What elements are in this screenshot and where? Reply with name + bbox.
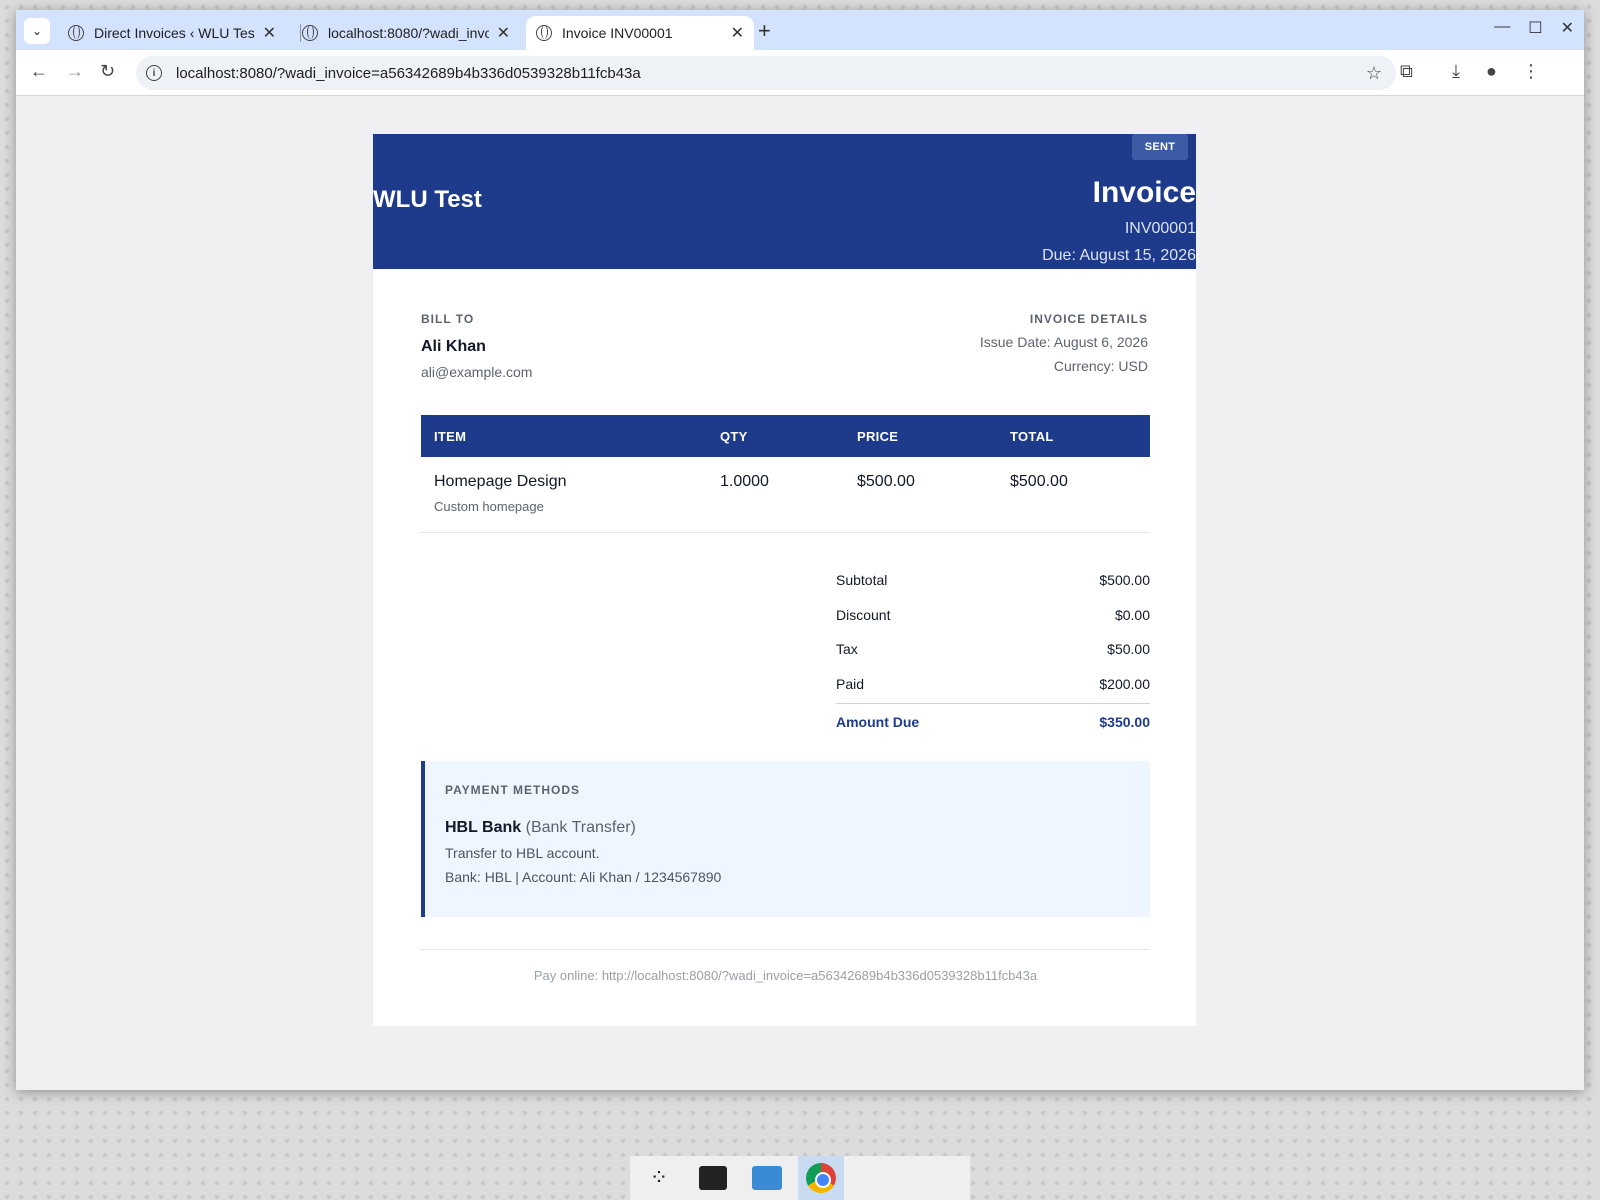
item-description: Custom homepage: [434, 499, 544, 514]
payment-methods-label: PAYMENT METHODS: [445, 783, 581, 797]
client-name: Ali Khan: [421, 338, 486, 355]
tab-localhost[interactable]: localhost:8080/?wadi_invoice ✕: [292, 16, 520, 50]
status-badge: SENT: [1132, 134, 1188, 160]
bookmark-star-icon[interactable]: ☆: [1366, 63, 1382, 84]
company-name: WLU Test: [373, 186, 482, 213]
invoice-details-label: INVOICE DETAILS: [1029, 312, 1148, 326]
reload-icon[interactable]: ↻: [100, 61, 115, 82]
browser-toolbar: ← → ↻ i localhost:8080/?wadi_invoice=a56…: [16, 50, 1584, 96]
maximize-icon[interactable]: ☐: [1528, 18, 1542, 38]
tax-row: Tax $50.00: [836, 632, 1150, 667]
invoice-card: WLU Test SENT Invoice INV00001 Due: Augu…: [373, 134, 1196, 1026]
paid-row: Paid $200.00: [836, 667, 1150, 702]
address-bar[interactable]: i localhost:8080/?wadi_invoice=a56342689…: [136, 56, 1396, 90]
new-tab-button[interactable]: +: [758, 18, 771, 44]
subtotal-label: Subtotal: [836, 572, 888, 589]
bill-to-section: BILL TO Ali Khan ali@example.com: [421, 312, 532, 380]
tab-direct-invoices[interactable]: Direct Invoices ‹ WLU Test ✕: [58, 16, 286, 50]
url-text[interactable]: localhost:8080/?wadi_invoice=a56342689b4…: [176, 65, 641, 82]
table-header-row: ITEM QTY PRICE TOTAL: [421, 415, 1150, 457]
globe-icon: [536, 25, 552, 41]
pay-online-link[interactable]: Pay online: http://localhost:8080/?wadi_…: [421, 968, 1150, 983]
launcher-icon[interactable]: ⁘: [636, 1156, 682, 1200]
tab-title: Direct Invoices ‹ WLU Test: [94, 25, 255, 41]
tab-invoice[interactable]: Invoice INV00001 ✕: [526, 16, 754, 50]
payment-method-title: HBL Bank (Bank Transfer): [445, 819, 1150, 837]
close-icon[interactable]: ✕: [497, 23, 510, 43]
page-viewport: WLU Test SENT Invoice INV00001 Due: Augu…: [16, 96, 1584, 1090]
payment-method-name: HBL Bank: [445, 819, 522, 836]
discount-label: Discount: [836, 606, 891, 623]
info-icon[interactable]: i: [146, 65, 162, 81]
profile-icon[interactable]: ●: [1486, 61, 1497, 82]
back-icon[interactable]: ←: [30, 61, 48, 82]
payment-instructions: Transfer to HBL account.: [445, 845, 600, 861]
globe-icon: [68, 25, 84, 41]
price-cell: $500.00: [844, 457, 997, 533]
amount-due-value: $350.00: [1099, 713, 1150, 730]
item-name: Homepage Design: [434, 473, 567, 490]
discount-value: $0.00: [1114, 606, 1150, 623]
tab-search-button[interactable]: ⌄: [24, 18, 50, 44]
column-header-price: PRICE: [844, 415, 997, 457]
tab-bar: ⌄ Direct Invoices ‹ WLU Test ✕ localhost…: [16, 10, 1584, 50]
invoice-details-section: INVOICE DETAILS Issue Date: August 6, 20…: [980, 312, 1148, 374]
total-cell: $500.00: [997, 457, 1150, 533]
close-icon[interactable]: ✕: [263, 23, 276, 43]
column-header-qty: QTY: [707, 415, 844, 457]
amount-due-row: Amount Due $350.00: [836, 703, 1150, 739]
taskbar: ⁘: [630, 1156, 970, 1200]
currency: Currency: USD: [1053, 358, 1148, 374]
download-icon[interactable]: ⤓: [1452, 61, 1460, 82]
tab-title: Invoice INV00001: [562, 25, 673, 41]
column-header-item: ITEM: [421, 415, 707, 457]
line-items-table: ITEM QTY PRICE TOTAL Homepage Design Cus…: [421, 415, 1150, 533]
subtotal-row: Subtotal $500.00: [836, 563, 1150, 598]
invoice-header: WLU Test SENT Invoice INV00001 Due: Augu…: [373, 134, 1196, 269]
minimize-icon[interactable]: —: [1494, 18, 1510, 38]
qty-cell: 1.0000: [707, 457, 844, 533]
extensions-icon[interactable]: ⧉: [1400, 61, 1413, 82]
column-header-total: TOTAL: [997, 415, 1150, 457]
item-cell: Homepage Design Custom homepage: [421, 457, 707, 533]
totals-section: Subtotal $500.00 Discount $0.00 Tax $50.…: [836, 563, 1150, 739]
amount-due-label: Amount Due: [836, 713, 920, 730]
footer-divider: [421, 949, 1150, 950]
globe-icon: [302, 25, 318, 41]
invoice-title: Invoice: [1092, 176, 1196, 209]
invoice-due-date: Due: August 15, 2026: [1042, 247, 1196, 264]
tab-title: localhost:8080/?wadi_invoice: [328, 25, 489, 41]
files-app-icon[interactable]: [744, 1156, 790, 1200]
payment-method-type: (Bank Transfer): [525, 819, 636, 836]
terminal-app-icon[interactable]: [690, 1156, 736, 1200]
paid-label: Paid: [836, 675, 865, 692]
invoice-number: INV00001: [1124, 220, 1196, 237]
paid-value: $200.00: [1099, 675, 1150, 692]
issue-date: Issue Date: August 6, 2026: [979, 334, 1148, 350]
bill-to-label: BILL TO: [421, 312, 475, 326]
chrome-app-icon[interactable]: [798, 1156, 844, 1200]
close-icon[interactable]: ✕: [731, 23, 744, 43]
forward-icon[interactable]: →: [66, 61, 84, 82]
window-controls: — ☐ ✕: [1494, 18, 1574, 38]
table-row: Homepage Design Custom homepage 1.0000 $…: [421, 457, 1150, 533]
payment-methods-box: PAYMENT METHODS HBL Bank (Bank Transfer)…: [421, 761, 1150, 917]
payment-account-details: Bank: HBL | Account: Ali Khan / 12345678…: [445, 869, 722, 885]
discount-row: Discount $0.00: [836, 598, 1150, 633]
menu-icon[interactable]: ⋮: [1522, 61, 1540, 82]
browser-window: ⌄ Direct Invoices ‹ WLU Test ✕ localhost…: [16, 10, 1584, 1090]
client-email: ali@example.com: [421, 364, 533, 380]
tax-value: $50.00: [1107, 641, 1150, 658]
close-window-icon[interactable]: ✕: [1561, 18, 1574, 38]
tax-label: Tax: [836, 641, 858, 658]
subtotal-value: $500.00: [1099, 572, 1150, 589]
chevron-down-icon: ⌄: [31, 24, 43, 38]
